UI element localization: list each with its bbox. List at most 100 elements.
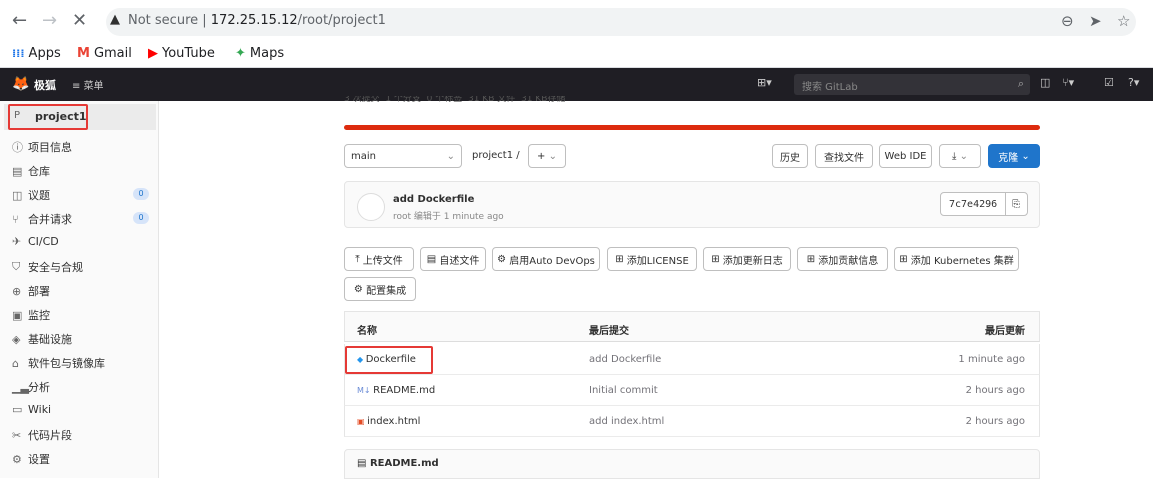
search-input[interactable]: 搜索 GitLab ⌕ (794, 74, 1030, 95)
zoom-icon[interactable]: ⊖ (1061, 12, 1074, 30)
configure-integrations-button[interactable]: ⚙ 配置集成 (344, 277, 416, 301)
sidebar-item-3[interactable]: ⑂ 合并请求 (12, 211, 72, 227)
commit-author: root 编辑于 1 minute ago (393, 212, 504, 222)
language-bar (344, 125, 1040, 130)
sidebar-item-0[interactable]: ⓘ 项目信息 (12, 139, 72, 155)
deploy-icon: ⊕ (12, 284, 22, 298)
todo-icon[interactable]: ☑ (1104, 76, 1114, 89)
commit-title[interactable]: add Dockerfile (393, 194, 474, 205)
readme-title[interactable]: ▤ README.md (357, 458, 439, 469)
sidebar-item-10[interactable]: ▁▃ 分析 (12, 379, 50, 395)
action-button-4[interactable]: ⊞ 添加更新日志 (703, 247, 791, 271)
action-button-1[interactable]: ▤ 自述文件 (420, 247, 486, 271)
table-header: 名称 最后提交 最后更新 (344, 311, 1040, 342)
brand-name[interactable]: 极狐 (34, 77, 56, 93)
action-button-6[interactable]: ⊞ 添加 Kubernetes 集群 (894, 247, 1019, 271)
sidebar-item-11[interactable]: ▭ Wiki (12, 403, 51, 416)
sidebar-item-9[interactable]: ⌂ 软件包与镜像库 (12, 355, 105, 371)
commit-message-link[interactable]: Initial commit (589, 385, 658, 396)
avatar (357, 193, 385, 221)
project-stats: 3 次提交 1 个分支 0 个标签 31 KB 文件 31 KB存储 (344, 96, 566, 104)
analytics-icon: ▁▃ (12, 380, 29, 394)
commit-message-link[interactable]: add index.html (589, 416, 664, 427)
action-button-2[interactable]: ⚙ 启用Auto DevOps (492, 247, 600, 271)
send-icon[interactable]: ➤ (1089, 12, 1102, 30)
chevron-down-icon: ⌄ (446, 150, 455, 162)
history-button[interactable]: 历史 (772, 144, 808, 168)
new-item-icon[interactable]: ⊞▾ (757, 76, 772, 89)
table-row[interactable]: ◆ Dockerfile add Dockerfile 1 minute ago (344, 344, 1040, 375)
security-label: Not secure (128, 13, 199, 28)
maps-icon: ✦ (235, 46, 246, 61)
count-badge: 0 (133, 188, 149, 200)
bookmark-gmail[interactable]: M Gmail (77, 46, 132, 61)
file-icon: ▤ (426, 253, 440, 265)
forward-icon[interactable]: → (42, 10, 57, 32)
file-name-link[interactable]: ▣ index.html (357, 416, 420, 427)
sidebar-item-5[interactable]: ⛉ 安全与合规 (12, 259, 83, 275)
sidebar-item-label: 仓库 (28, 165, 50, 178)
file-icon: ▤ (357, 458, 370, 469)
sidebar-item-7[interactable]: ▣ 监控 (12, 307, 50, 323)
file-name-link[interactable]: M↓ README.md (357, 385, 435, 396)
plus-icon: ⊞ (711, 253, 723, 265)
action-button-5[interactable]: ⊞ 添加贡献信息 (797, 247, 888, 271)
sidebar-item-12[interactable]: ✂ 代码片段 (12, 427, 72, 443)
sidebar-item-6[interactable]: ⊕ 部署 (12, 283, 50, 299)
sidebar-item-label: 代码片段 (28, 429, 72, 442)
web-ide-button[interactable]: Web IDE (879, 144, 932, 168)
gitlab-logo-icon[interactable]: 🦊 (12, 76, 29, 92)
sidebar-item-13[interactable]: ⚙ 设置 (12, 451, 50, 467)
browser-toolbar: ← → ✕ ▲ Not secure | 172.25.15.12/root/p… (0, 0, 1153, 42)
sidebar-item-label: 项目信息 (28, 141, 72, 154)
clone-button[interactable]: 克隆 ⌄ (988, 144, 1040, 168)
info-icon: ⓘ (12, 141, 23, 154)
warning-icon: ▲ (110, 12, 120, 27)
download-button[interactable]: ⤓ ⌄ (939, 144, 981, 168)
bookmark-apps[interactable]: ⁞⁞⁞ Apps (12, 46, 61, 61)
copy-icon[interactable]: ⎘ (1005, 193, 1026, 215)
menu-button[interactable]: ≡ 菜单 (72, 77, 104, 92)
sidebar-item-8[interactable]: ◈ 基础设施 (12, 331, 72, 347)
bookmark-maps[interactable]: ✦ Maps (235, 46, 284, 61)
branch-selector[interactable]: main ⌄ (344, 144, 462, 168)
settings-icon: ⚙ (353, 283, 367, 295)
monitor-icon: ▣ (12, 308, 23, 322)
gitlab-top-nav: 🦊 极狐 ≡ 菜单 ⊞▾ 搜索 GitLab ⌕ ◫ ⑂▾ ☑ ?▾ (0, 68, 1153, 101)
sidebar-item-4[interactable]: ✈ CI/CD (12, 235, 59, 248)
sidebar-item-label: 软件包与镜像库 (28, 357, 105, 370)
infrastructure-icon: ◈ (12, 332, 21, 346)
table-row[interactable]: M↓ README.md Initial commit 2 hours ago (344, 375, 1040, 406)
rocket-icon: ⚙ (497, 253, 510, 265)
close-icon[interactable]: ✕ (72, 10, 87, 32)
updated-time: 1 minute ago (958, 354, 1025, 365)
breadcrumb[interactable]: project1 / (472, 150, 520, 161)
commit-sha[interactable]: 7c7e4296 ⎘ (940, 192, 1028, 216)
action-button-3[interactable]: ⊞ 添加LICENSE (607, 247, 697, 271)
sidebar-item-1[interactable]: ▤ 仓库 (12, 163, 50, 179)
find-file-button[interactable]: 查找文件 (815, 144, 873, 168)
sidebar-item-2[interactable]: ◫ 议题 (12, 187, 50, 203)
star-icon[interactable]: ☆ (1117, 12, 1130, 30)
youtube-icon: ▶ (148, 46, 158, 61)
merge-requests-nav-icon[interactable]: ⑂▾ (1062, 76, 1074, 89)
action-button-0[interactable]: ⤒ 上传文件 (344, 247, 414, 271)
add-file-dropdown[interactable]: + ⌄ (528, 144, 566, 168)
gmail-icon: M (77, 46, 90, 61)
column-last-update: 最后更新 (985, 326, 1025, 337)
upload-icon: ⤒ (355, 253, 363, 265)
help-icon[interactable]: ?▾ (1128, 76, 1139, 89)
updated-time: 2 hours ago (965, 416, 1025, 427)
issues-nav-icon[interactable]: ◫ (1040, 76, 1050, 89)
rocket-icon: ✈ (12, 235, 22, 248)
url-text[interactable]: Not secure | 172.25.15.12/root/project1 (128, 13, 386, 28)
back-icon[interactable]: ← (12, 10, 27, 32)
column-name: 名称 (357, 326, 377, 337)
highlight-dockerfile (345, 346, 433, 374)
bookmark-youtube[interactable]: ▶ YouTube (148, 46, 215, 61)
commit-message-link[interactable]: add Dockerfile (589, 354, 661, 365)
plus-icon: ⊞ (615, 253, 627, 265)
table-row[interactable]: ▣ index.html add index.html 2 hours ago (344, 406, 1040, 437)
sidebar-item-label: CI/CD (28, 235, 59, 248)
plus-icon: ⊞ (899, 253, 911, 265)
